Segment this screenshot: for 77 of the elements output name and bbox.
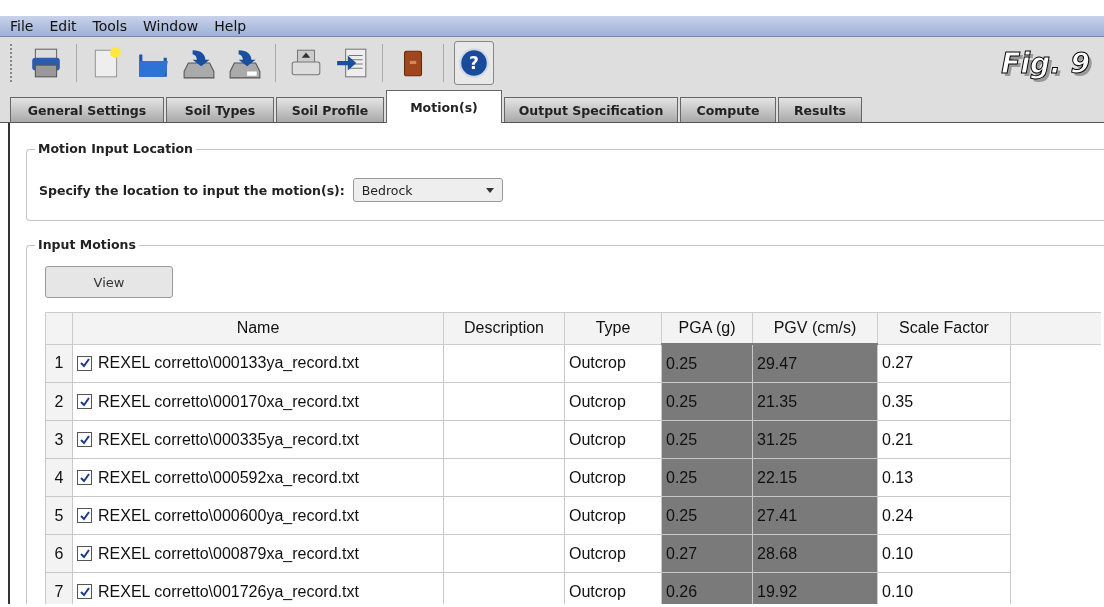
table-cell: 0.25: [661, 420, 753, 459]
file-name: REXEL corretto\000133ya_record.txt: [98, 354, 359, 373]
caret-icon: [485, 187, 494, 193]
menu-item[interactable]: File: [10, 18, 34, 34]
tab[interactable]: Motion(s): [386, 90, 502, 123]
column-header[interactable]: Type: [564, 312, 662, 344]
row-number: 6: [45, 534, 73, 573]
table-cell: 0.27: [661, 534, 753, 573]
row-number: 4: [45, 458, 73, 497]
menu-item[interactable]: Help: [214, 18, 247, 34]
table-cell: 0.10: [877, 534, 1011, 573]
table-cell: 29.47: [752, 344, 878, 383]
menu-item[interactable]: Tools: [92, 18, 128, 34]
table-cell: 0.21: [877, 420, 1011, 459]
tab[interactable]: General Settings: [10, 97, 164, 122]
table-cell: 0.35: [877, 382, 1011, 421]
location-dropdown[interactable]: Bedrock: [352, 178, 503, 202]
view-button[interactable]: View: [45, 266, 173, 298]
field-label: Specify the location to input the motion(s):: [39, 182, 345, 198]
table-cell: Outcrop: [564, 344, 662, 383]
tab[interactable]: Soil Profile: [276, 97, 384, 122]
printer-icon: [29, 46, 63, 80]
row-number: 1: [45, 344, 73, 383]
document-arrow-icon: [335, 46, 369, 80]
table-cell: 0.26: [661, 572, 753, 604]
table-cell: 22.15: [752, 458, 878, 497]
table-cell: 31.25: [752, 420, 878, 459]
menu-item[interactable]: Window: [143, 18, 199, 34]
row-number: 3: [45, 420, 73, 459]
row-number: 5: [45, 496, 73, 535]
file-name: REXEL corretto\000592xa_record.txt: [98, 468, 359, 487]
tab[interactable]: Soil Types: [166, 97, 274, 122]
file-name: REXEL corretto\000879xa_record.txt: [98, 544, 359, 563]
checkbox[interactable]: [77, 432, 92, 447]
tab[interactable]: Results: [778, 97, 862, 122]
checkbox[interactable]: [77, 508, 92, 523]
file-name: REXEL corretto\000335ya_record.txt: [98, 430, 359, 449]
column-header[interactable]: Scale Factor: [877, 312, 1011, 344]
file-name: REXEL corretto\000170xa_record.txt: [98, 392, 359, 411]
tab[interactable]: Compute: [680, 97, 776, 122]
row-number: 7: [45, 572, 73, 604]
help-button[interactable]: ?: [454, 41, 494, 85]
table-cell: 0.25: [661, 344, 753, 383]
table-cell: 28.68: [752, 534, 878, 573]
table-cell: 0.24: [877, 496, 1011, 535]
column-header[interactable]: Description: [443, 312, 565, 344]
checkbox[interactable]: [77, 470, 92, 485]
column-header[interactable]: PGV (cm/s): [752, 312, 878, 344]
table-cell: Outcrop: [564, 420, 662, 459]
tab[interactable]: Output Specification: [504, 97, 678, 122]
table-cell: Outcrop: [564, 496, 662, 535]
help-icon: [457, 46, 491, 80]
table-cell: Outcrop: [564, 382, 662, 421]
table-cell: Outcrop: [564, 458, 662, 497]
table-cell: Outcrop: [564, 534, 662, 573]
checkbox[interactable]: [77, 546, 92, 561]
group-title: Motion Input Location: [35, 141, 196, 156]
table-cell: 19.92: [752, 572, 878, 604]
column-header[interactable]: PGA (g): [661, 312, 753, 344]
group-title: Input Motions: [35, 237, 139, 252]
table-cell: 0.25: [661, 382, 753, 421]
column-header[interactable]: Name: [72, 312, 444, 344]
table-cell: 21.35: [752, 382, 878, 421]
table-cell: 27.41: [752, 496, 878, 535]
checkbox[interactable]: [77, 584, 92, 599]
table-cell: 0.27: [877, 344, 1011, 383]
menu-item[interactable]: Edit: [49, 18, 77, 34]
table-cell: 0.13: [877, 458, 1011, 497]
checkbox[interactable]: [77, 355, 92, 371]
row-number: 2: [45, 382, 73, 421]
figure-label: Fig. 9: [1001, 46, 1090, 80]
file-name: REXEL corretto\001726ya_record.txt: [98, 582, 359, 601]
help-glyph: ?: [469, 54, 479, 72]
checkbox[interactable]: [77, 394, 92, 409]
table-cell: 0.25: [661, 458, 753, 497]
table-cell: 0.25: [661, 496, 753, 535]
file-name: REXEL corretto\000600ya_record.txt: [98, 506, 359, 525]
